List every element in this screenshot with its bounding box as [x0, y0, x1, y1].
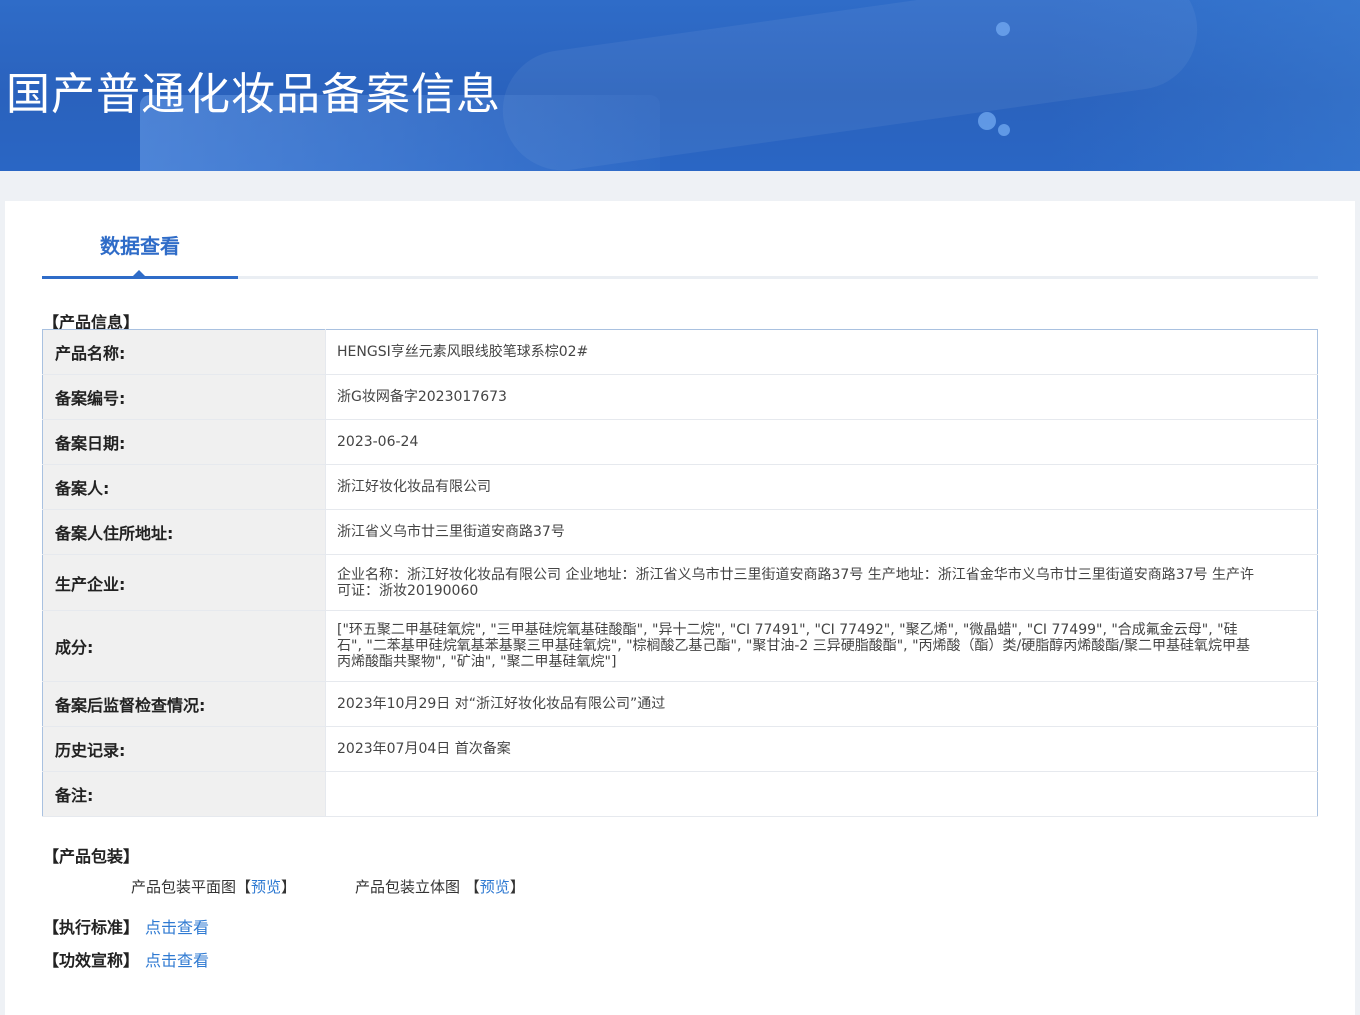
banner-decoration	[1050, 0, 1360, 171]
tab-active-indicator	[42, 276, 238, 279]
table-row: 备案编号: 浙G妆网备字2023017673	[42, 374, 1318, 420]
tab-data-view[interactable]: 数据查看	[42, 201, 238, 279]
tab-caret-icon	[133, 270, 145, 276]
table-row: 历史记录: 2023年07月04日 首次备案	[42, 726, 1318, 772]
row-value: 浙G妆网备字2023017673	[325, 374, 1318, 420]
page-title: 国产普通化妆品备案信息	[6, 69, 501, 120]
packaging-solid-label: 产品包装立体图	[355, 878, 461, 896]
standard-view-link[interactable]: 点击查看	[145, 918, 209, 937]
banner-dot	[998, 124, 1010, 136]
standard-line: 【执行标准】 点击查看	[43, 914, 209, 938]
table-row: 备案后监督检查情况: 2023年10月29日 对“浙江好妆化妆品有限公司”通过	[42, 681, 1318, 727]
table-row: 备案人: 浙江好妆化妆品有限公司	[42, 464, 1318, 510]
row-value: 2023年10月29日 对“浙江好妆化妆品有限公司”通过	[325, 681, 1318, 727]
packaging-row: 产品包装平面图【预览】 产品包装立体图 【预览】	[131, 876, 525, 897]
row-label: 备案人:	[42, 464, 326, 510]
header-banner: 国产普通化妆品备案信息	[0, 0, 1360, 171]
row-label: 备案日期:	[42, 419, 326, 465]
efficacy-line: 【功效宣称】 点击查看	[43, 947, 209, 971]
table-row: 备案人住所地址: 浙江省义乌市廿三里街道安商路37号	[42, 509, 1318, 555]
row-label: 生产企业:	[42, 554, 326, 611]
row-label: 备案编号:	[42, 374, 326, 420]
table-row: 成分: ["环五聚二甲基硅氧烷", "三甲基硅烷氧基硅酸酯", "异十二烷", …	[42, 610, 1318, 682]
row-value: HENGSI亨丝元素风眼线胶笔球系棕02#	[325, 329, 1318, 375]
packaging-flat-label: 产品包装平面图	[131, 878, 237, 896]
standard-label: 【执行标准】	[43, 918, 140, 937]
row-value: 2023年07月04日 首次备案	[325, 726, 1318, 772]
row-value	[325, 771, 1318, 817]
row-label: 备注:	[42, 771, 326, 817]
row-label: 成分:	[42, 610, 326, 682]
table-row: 产品名称: HENGSI亨丝元素风眼线胶笔球系棕02#	[42, 329, 1318, 375]
table-row: 生产企业: 企业名称：浙江好妆化妆品有限公司 企业地址：浙江省义乌市廿三里街道安…	[42, 554, 1318, 611]
row-label: 历史记录:	[42, 726, 326, 772]
banner-dot	[996, 22, 1010, 36]
row-label: 备案人住所地址:	[42, 509, 326, 555]
row-label: 备案后监督检查情况:	[42, 681, 326, 727]
packaging-solid-preview-link[interactable]: 预览	[480, 878, 510, 896]
banner-dot	[978, 112, 996, 130]
packaging-flat-preview-link[interactable]: 预览	[251, 878, 281, 896]
packaging-title: 【产品包装】	[43, 847, 140, 866]
row-value: 企业名称：浙江好妆化妆品有限公司 企业地址：浙江省义乌市廿三里街道安商路37号 …	[325, 554, 1318, 611]
row-value: 浙江省义乌市廿三里街道安商路37号	[325, 509, 1318, 555]
efficacy-label: 【功效宣称】	[43, 951, 140, 970]
packaging-flat: 产品包装平面图【预览】	[131, 878, 297, 896]
row-value: 2023-06-24	[325, 419, 1318, 465]
packaging-solid: 产品包装立体图 【预览】	[355, 878, 525, 896]
row-label: 产品名称:	[42, 329, 326, 375]
efficacy-view-link[interactable]: 点击查看	[145, 951, 209, 970]
table-row: 备案日期: 2023-06-24	[42, 419, 1318, 465]
content-panel: 数据查看 【产品信息】 产品名称: HENGSI亨丝元素风眼线胶笔球系棕02# …	[5, 201, 1355, 1015]
product-info-table: 产品名称: HENGSI亨丝元素风眼线胶笔球系棕02# 备案编号: 浙G妆网备字…	[42, 329, 1318, 817]
table-row: 备注:	[42, 771, 1318, 817]
row-value: ["环五聚二甲基硅氧烷", "三甲基硅烷氧基硅酸酯", "异十二烷", "CI …	[325, 610, 1318, 682]
row-value: 浙江好妆化妆品有限公司	[325, 464, 1318, 510]
